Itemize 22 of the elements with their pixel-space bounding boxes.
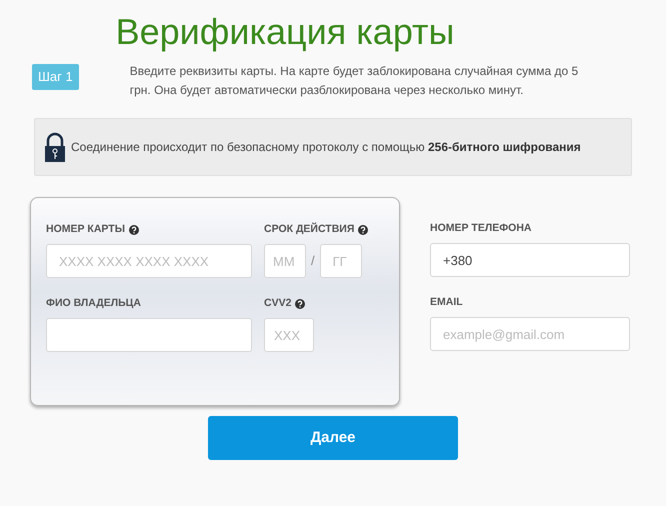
field-label: CVV2 [264,296,292,312]
date-separator: / [311,252,315,270]
step-description: Введите реквизиты карты. На карте будет заблокирована случайная сумма до 5 грн. Она будет автоматически разблокирована через несколько минут. [130,63,580,99]
security-notice-text: Соединение происходит по безопасному протоколу с помощью 256-битного шифрования [71,139,582,156]
padlock-icon [45,132,65,162]
field-label: EMAIL [430,295,463,310]
card-number-field[interactable]: XXXX XXXX XXXX XXXX [46,244,252,278]
email-field[interactable]: example@gmail.com [430,317,630,351]
help-icon[interactable] [128,225,139,235]
field-label: НОМЕР КАРТЫ [46,222,125,238]
field-label: СРОК ДЕЙСТВИЯ [264,222,354,238]
help-icon[interactable] [295,299,306,309]
expiry-year-field[interactable]: ГГ [320,244,362,278]
field-label: ФИО ВЛАДЕЛЬЦА [46,296,141,312]
cardholder-name-field[interactable] [46,318,252,352]
step-badge: Шаг 1 [32,64,79,90]
field-label: НОМЕР ТЕЛЕФОНА [430,221,532,236]
page-title: Верификация карты [116,14,454,50]
expiry-month-field[interactable]: ММ [264,244,306,278]
phone-field[interactable]: +380 [430,243,630,277]
cvv-field[interactable]: XXX [264,318,314,352]
help-icon[interactable] [358,225,368,235]
